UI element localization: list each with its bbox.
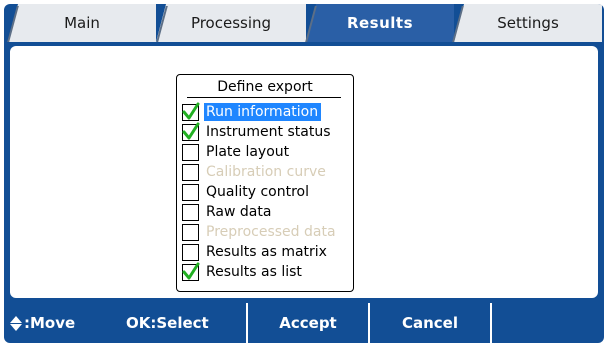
tab-results[interactable]: Results bbox=[306, 4, 454, 42]
tab-bar: Main Processing Results Settings bbox=[4, 4, 604, 42]
option-label: Preprocessed data bbox=[206, 224, 336, 240]
dialog-title: Define export bbox=[217, 79, 313, 95]
tab-processing[interactable]: Processing bbox=[156, 4, 306, 42]
option-label: Calibration curve bbox=[206, 164, 326, 180]
option-plate-layout[interactable]: Plate layout bbox=[182, 142, 350, 162]
device-screen: Main Processing Results Settings Define … bbox=[4, 4, 604, 343]
option-raw-data[interactable]: Raw data bbox=[182, 202, 350, 222]
option-results-as-list[interactable]: Results as list bbox=[182, 262, 350, 282]
option-quality-control[interactable]: Quality control bbox=[182, 182, 350, 202]
checkbox[interactable] bbox=[182, 122, 200, 141]
option-run-information[interactable]: Run information bbox=[182, 102, 350, 122]
checkmark-icon bbox=[182, 122, 200, 139]
tab-main[interactable]: Main bbox=[8, 4, 156, 42]
checkbox[interactable] bbox=[182, 203, 199, 221]
checkbox[interactable] bbox=[182, 102, 200, 121]
cancel-button[interactable]: Cancel bbox=[370, 303, 490, 343]
select-hint-label: OK:Select bbox=[126, 314, 209, 332]
option-calibration-curve[interactable]: Calibration curve bbox=[182, 162, 350, 182]
accept-button-label: Accept bbox=[279, 314, 337, 332]
tab-main-label: Main bbox=[64, 14, 100, 32]
move-hint-label: :Move bbox=[24, 314, 76, 332]
dialog-divider bbox=[187, 97, 341, 98]
checkbox[interactable] bbox=[182, 262, 200, 281]
up-down-arrows-icon bbox=[10, 315, 22, 331]
checkmark-icon bbox=[182, 102, 200, 119]
tab-settings-label: Settings bbox=[497, 14, 559, 32]
option-label: Raw data bbox=[206, 204, 272, 220]
softkey-bar: :Move OK:Select Accept Cancel bbox=[4, 303, 604, 343]
checkbox[interactable] bbox=[182, 183, 199, 201]
checkbox[interactable] bbox=[182, 143, 199, 161]
tab-settings[interactable]: Settings bbox=[454, 4, 602, 42]
checkmark-icon bbox=[182, 262, 200, 279]
checkbox[interactable] bbox=[182, 163, 199, 181]
option-label: Quality control bbox=[206, 184, 310, 200]
accept-button[interactable]: Accept bbox=[248, 303, 368, 343]
softkey-divider bbox=[490, 303, 492, 343]
option-label: Instrument status bbox=[206, 124, 331, 140]
option-preprocessed-data[interactable]: Preprocessed data bbox=[182, 222, 350, 242]
option-label: Run information bbox=[204, 103, 322, 121]
checkbox[interactable] bbox=[182, 243, 199, 261]
tab-processing-label: Processing bbox=[190, 14, 272, 32]
content-panel: Define export Run information Instrument… bbox=[10, 46, 598, 298]
define-export-dialog: Define export Run information Instrument… bbox=[176, 74, 354, 292]
checkbox[interactable] bbox=[182, 223, 199, 241]
cancel-button-label: Cancel bbox=[401, 314, 458, 332]
select-hint: OK:Select bbox=[126, 303, 209, 343]
move-hint: :Move bbox=[10, 303, 75, 343]
option-label: Results as matrix bbox=[206, 244, 327, 260]
option-label: Plate layout bbox=[206, 144, 290, 160]
option-label: Results as list bbox=[206, 264, 302, 280]
option-instrument-status[interactable]: Instrument status bbox=[182, 122, 350, 142]
tab-results-label: Results bbox=[346, 14, 414, 32]
option-results-as-matrix[interactable]: Results as matrix bbox=[182, 242, 350, 262]
